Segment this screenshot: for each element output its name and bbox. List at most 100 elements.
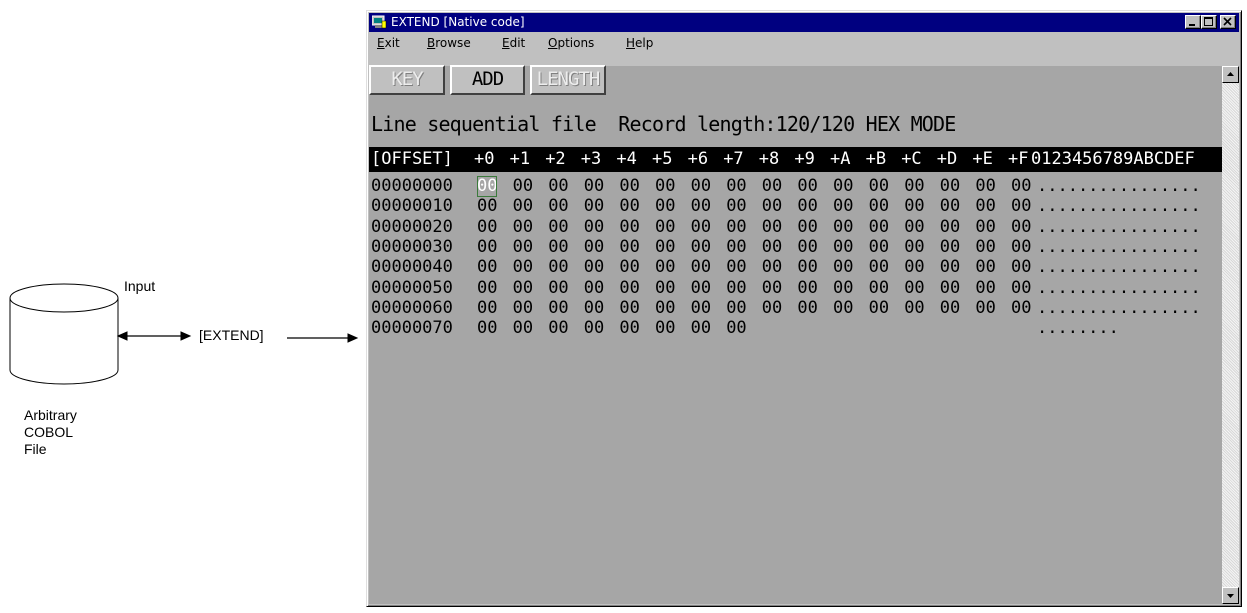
add-button[interactable]: ADD (450, 65, 525, 95)
hex-byte[interactable]: 00 (619, 176, 639, 197)
hex-byte[interactable]: 00 (726, 196, 746, 217)
hex-byte[interactable]: 00 (833, 237, 853, 258)
hex-byte[interactable]: 00 (869, 217, 889, 238)
hex-byte[interactable]: 00 (797, 298, 817, 319)
hex-byte[interactable]: 00 (833, 298, 853, 319)
hex-byte[interactable]: 00 (904, 237, 924, 258)
hex-byte[interactable]: 00 (726, 217, 746, 238)
hex-byte[interactable]: 00 (1011, 278, 1031, 299)
hex-byte[interactable]: 00 (513, 176, 533, 197)
hex-byte[interactable]: 00 (691, 278, 711, 299)
hex-byte[interactable]: 00 (797, 278, 817, 299)
hex-byte[interactable]: 00 (797, 196, 817, 217)
menu-edit[interactable]: Edit (502, 35, 525, 51)
hex-byte[interactable]: 00 (548, 237, 568, 258)
hex-byte[interactable]: 00 (584, 176, 604, 197)
hex-byte[interactable]: 00 (726, 176, 746, 197)
length-button[interactable]: LENGTH (530, 65, 606, 95)
hex-byte[interactable]: 00 (477, 278, 497, 299)
hex-byte[interactable]: 00 (833, 196, 853, 217)
minimize-button[interactable] (1185, 15, 1201, 29)
hex-byte[interactable]: 00 (655, 237, 675, 258)
hex-byte[interactable]: 00 (904, 257, 924, 278)
hex-byte[interactable]: 00 (869, 237, 889, 258)
hex-byte[interactable]: 00 (975, 257, 995, 278)
hex-byte[interactable]: 00 (691, 257, 711, 278)
hex-byte[interactable]: 00 (619, 237, 639, 258)
hex-byte[interactable]: 00 (655, 278, 675, 299)
hex-row[interactable]: 00000000 00 00 00 00 00 00 00 00 00 00 00 00 00 00 00 00… (369, 176, 1222, 197)
hex-row[interactable]: 00000040 00 00 00 00 00 00 00 00 00 00 00 00 00 00 00 00… (369, 257, 1222, 278)
hex-byte[interactable]: 00 (1011, 257, 1031, 278)
hex-row[interactable]: 00000050 00 00 00 00 00 00 00 00 00 00 00 00 00 00 00 00… (369, 278, 1222, 299)
key-button[interactable]: KEY (369, 65, 445, 95)
hex-byte[interactable]: 00 (726, 237, 746, 258)
hex-byte[interactable]: 00 (797, 217, 817, 238)
hex-byte[interactable]: 00 (548, 318, 568, 339)
hex-byte[interactable]: 00 (513, 196, 533, 217)
hex-byte[interactable]: 00 (619, 278, 639, 299)
hex-byte[interactable]: 00 (869, 176, 889, 197)
hex-byte[interactable]: 00 (691, 237, 711, 258)
hex-byte[interactable]: 00 (584, 237, 604, 258)
hex-byte[interactable]: 00 (762, 257, 782, 278)
hex-byte[interactable]: 00 (726, 298, 746, 319)
hex-row[interactable]: 00000010 00 00 00 00 00 00 00 00 00 00 00 00 00 00 00 00… (369, 196, 1222, 217)
hex-byte[interactable]: 00 (477, 196, 497, 217)
title-bar[interactable]: EXTEND [Native code] (369, 13, 1239, 32)
hex-byte[interactable]: 00 (762, 237, 782, 258)
menu-browse[interactable]: Browse (427, 35, 471, 51)
hex-byte[interactable]: 00 (691, 318, 711, 339)
hex-byte[interactable]: 00 (619, 318, 639, 339)
hex-byte[interactable]: 00 (975, 176, 995, 197)
hex-byte[interactable]: 00 (762, 196, 782, 217)
hex-byte[interactable]: 00 (762, 217, 782, 238)
hex-byte[interactable]: 00 (726, 318, 746, 339)
hex-byte[interactable]: 00 (477, 298, 497, 319)
hex-byte[interactable]: 00 (477, 318, 497, 339)
scroll-up-button[interactable] (1222, 66, 1239, 83)
hex-byte[interactable]: 00 (726, 278, 746, 299)
hex-byte[interactable]: 00 (975, 278, 995, 299)
hex-byte[interactable]: 00 (797, 176, 817, 197)
hex-byte[interactable]: 00 (584, 196, 604, 217)
hex-byte[interactable]: 00 (762, 298, 782, 319)
hex-byte[interactable]: 00 (655, 298, 675, 319)
hex-byte[interactable]: 00 (1011, 237, 1031, 258)
hex-byte[interactable]: 00 (655, 176, 675, 197)
hex-byte[interactable]: 00 (1011, 298, 1031, 319)
hex-byte[interactable]: 00 (797, 237, 817, 258)
hex-byte[interactable]: 00 (513, 298, 533, 319)
hex-byte[interactable]: 00 (940, 298, 960, 319)
hex-byte[interactable]: 00 (1011, 176, 1031, 197)
hex-byte[interactable]: 00 (655, 318, 675, 339)
hex-byte[interactable]: 00 (833, 176, 853, 197)
hex-byte[interactable]: 00 (655, 217, 675, 238)
hex-row[interactable]: 00000030 00 00 00 00 00 00 00 00 00 00 00 00 00 00 00 00… (369, 237, 1222, 258)
hex-byte[interactable]: 00 (619, 217, 639, 238)
hex-byte[interactable]: 00 (513, 257, 533, 278)
hex-byte[interactable]: 00 (619, 257, 639, 278)
hex-row[interactable]: 00000020 00 00 00 00 00 00 00 00 00 00 00 00 00 00 00 00… (369, 217, 1222, 238)
hex-byte[interactable]: 00 (975, 298, 995, 319)
hex-byte[interactable]: 00 (904, 196, 924, 217)
hex-byte[interactable]: 00 (726, 257, 746, 278)
hex-byte[interactable]: 00 (940, 257, 960, 278)
hex-byte[interactable]: 00 (548, 217, 568, 238)
scroll-down-button[interactable] (1222, 587, 1239, 604)
menu-exit[interactable]: Exit (377, 35, 400, 51)
hex-byte[interactable]: 00 (584, 318, 604, 339)
vertical-scrollbar[interactable] (1222, 66, 1239, 604)
hex-byte[interactable]: 00 (869, 298, 889, 319)
hex-byte[interactable]: 00 (904, 298, 924, 319)
extend-app-icon[interactable] (371, 15, 387, 29)
hex-byte[interactable]: 00 (904, 176, 924, 197)
hex-byte[interactable]: 00 (762, 176, 782, 197)
hex-byte[interactable]: 00 (513, 217, 533, 238)
hex-byte[interactable]: 00 (655, 196, 675, 217)
hex-row[interactable]: 00000060 00 00 00 00 00 00 00 00 00 00 00 00 00 00 00 00… (369, 298, 1222, 319)
hex-byte[interactable]: 00 (548, 278, 568, 299)
hex-byte[interactable]: 00 (833, 217, 853, 238)
hex-byte[interactable]: 00 (691, 176, 711, 197)
hex-byte[interactable]: 00 (619, 298, 639, 319)
